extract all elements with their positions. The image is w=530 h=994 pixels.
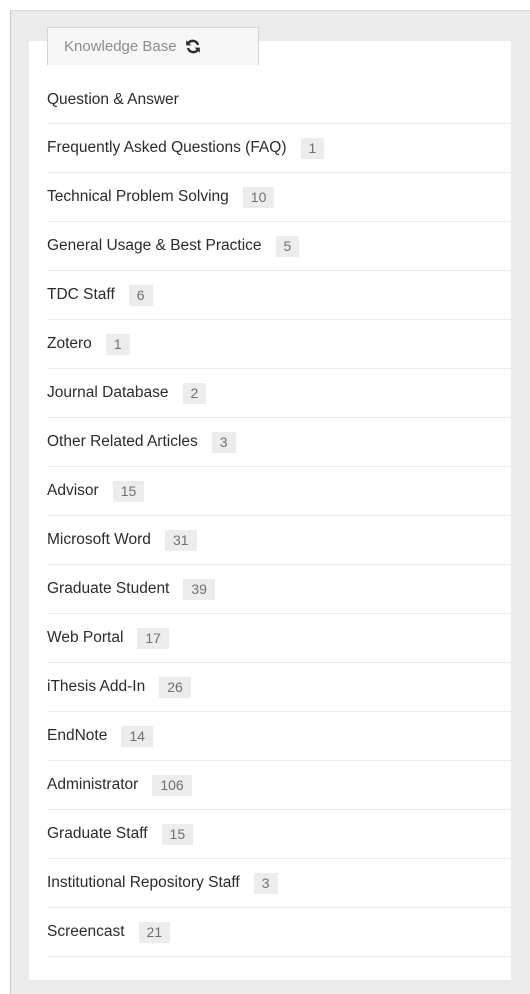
category-item[interactable]: Institutional Repository Staff 3	[47, 859, 511, 908]
category-item[interactable]: Journal Database 2	[47, 369, 511, 418]
category-label: iThesis Add-In	[47, 678, 146, 695]
count-badge: 39	[183, 578, 215, 600]
category-item[interactable]: Administrator 106	[47, 761, 511, 810]
count-badge: 14	[121, 725, 153, 747]
refresh-icon[interactable]	[185, 39, 201, 54]
count-badge: 10	[242, 186, 275, 208]
count-badge: 3	[253, 872, 278, 894]
category-label: EndNote	[47, 727, 108, 744]
category-label: Other Related Articles	[47, 433, 198, 450]
category-label: Graduate Student	[47, 580, 170, 597]
category-item[interactable]: Question & Answer	[47, 76, 511, 124]
count-badge: 3	[211, 431, 236, 453]
count-badge: 1	[300, 137, 325, 159]
category-item[interactable]: Screencast 21	[47, 908, 511, 957]
category-label: Frequently Asked Questions (FAQ)	[47, 139, 287, 156]
category-item[interactable]: Graduate Staff 15	[47, 810, 511, 859]
category-item[interactable]: TDC Staff 6	[47, 271, 511, 320]
count-badge: 15	[161, 823, 194, 845]
category-label: Graduate Staff	[47, 825, 148, 842]
category-label: Zotero	[47, 335, 92, 352]
category-item[interactable]: iThesis Add-In 26	[47, 663, 511, 712]
count-badge: 17	[137, 627, 169, 649]
category-label: Advisor	[47, 482, 99, 499]
count-badge: 26	[159, 676, 191, 698]
category-label: Screencast	[47, 923, 125, 940]
category-label: TDC Staff	[47, 286, 115, 303]
category-label: Question & Answer	[47, 90, 179, 108]
count-badge: 5	[275, 235, 300, 257]
category-label: Institutional Repository Staff	[47, 874, 240, 891]
category-item[interactable]: General Usage & Best Practice 5	[47, 222, 511, 271]
knowledge-base-refresh-button[interactable]: Knowledge Base	[47, 27, 259, 65]
count-badge: 6	[128, 284, 153, 306]
knowledge-base-title: Knowledge Base	[64, 38, 177, 55]
category-label: Web Portal	[47, 629, 124, 646]
count-badge: 21	[138, 921, 171, 943]
category-item[interactable]: Technical Problem Solving 10	[47, 173, 511, 222]
category-item[interactable]: Graduate Student 39	[47, 565, 511, 614]
category-item[interactable]: Microsoft Word 31	[47, 516, 511, 565]
category-item[interactable]: Other Related Articles 3	[47, 418, 511, 467]
category-label: Journal Database	[47, 384, 169, 401]
category-label: Microsoft Word	[47, 531, 151, 548]
count-badge: 1	[105, 333, 130, 355]
category-item[interactable]: EndNote 14	[47, 712, 511, 761]
count-badge: 15	[112, 480, 145, 502]
count-badge: 2	[182, 382, 207, 404]
category-label: Technical Problem Solving	[47, 188, 229, 205]
category-label: Administrator	[47, 776, 139, 793]
category-item[interactable]: Web Portal 17	[47, 614, 511, 663]
category-item[interactable]: Zotero 1	[47, 320, 511, 369]
count-badge: 106	[152, 774, 192, 796]
category-list: Question & Answer Frequently Asked Quest…	[47, 76, 511, 957]
category-label: General Usage & Best Practice	[47, 237, 262, 254]
count-badge: 31	[164, 529, 197, 551]
category-item[interactable]: Frequently Asked Questions (FAQ) 1	[47, 124, 511, 173]
category-item[interactable]: Advisor 15	[47, 467, 511, 516]
